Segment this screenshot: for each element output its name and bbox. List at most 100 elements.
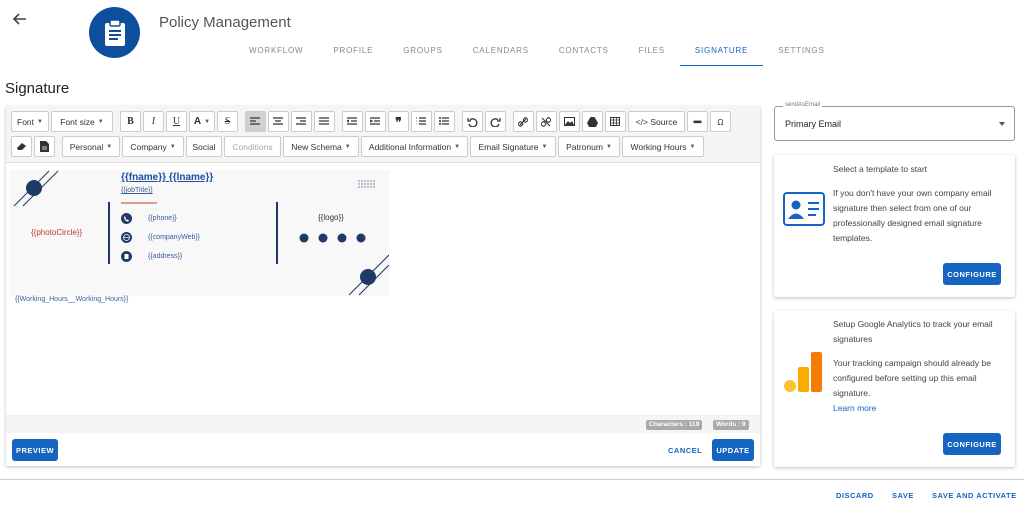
image-button[interactable] [558,111,580,132]
email-signature-label: Email Signature [478,141,539,152]
personal-label: Personal [69,141,104,152]
bullet-list-icon [439,117,450,125]
horizontal-rule-button[interactable]: ━ [686,111,708,132]
personal-dropdown[interactable]: Personal ▼ [62,136,120,157]
send-as-email-select[interactable]: sendAsEmail Primary Email [774,102,1015,141]
update-button[interactable]: UPDATE [712,439,754,461]
align-right-icon [296,117,307,125]
patronum-label: Patronum [566,141,603,152]
font-dropdown[interactable]: Font ▼ [11,111,49,132]
discard-button[interactable]: DISCARD [836,491,874,500]
tab-workflow[interactable]: WORKFLOW [234,38,318,66]
new-schema-dropdown[interactable]: New Schema ▼ [283,136,359,157]
analytics-card-heading: Setup Google Analytics to track your ema… [833,319,993,344]
additional-info-dropdown[interactable]: Additional Information ▼ [361,136,468,157]
divider-left [108,202,110,264]
save-and-activate-button[interactable]: SAVE AND ACTIVATE [932,491,1017,500]
quote-icon: ❞ [395,114,402,129]
conditions-button: Conditions [224,136,281,157]
page-title: Signature [5,80,70,97]
source-button[interactable]: </> Source [627,111,685,132]
table-button[interactable] [604,111,626,132]
policy-logo [89,7,140,58]
eraser-button[interactable] [11,136,32,157]
save-button[interactable]: SAVE [892,491,914,500]
align-left-button[interactable] [244,111,266,132]
working-hours-dropdown[interactable]: Working Hours ▼ [622,136,704,157]
back-arrow-icon[interactable] [11,10,29,28]
send-as-email-value: Primary Email [785,119,842,129]
patronum-dropdown[interactable]: Patronum ▼ [558,136,620,157]
tab-contacts[interactable]: CONTACTS [544,38,624,66]
social-icons [299,233,366,243]
new-schema-label: New Schema [291,141,342,152]
align-center-button[interactable] [267,111,289,132]
ordered-list-icon [416,117,427,125]
template-card-heading: Select a template to start [833,164,928,174]
web-icon [121,232,132,243]
unlink-button[interactable] [535,111,557,132]
image-icon [563,117,575,126]
link-button[interactable] [512,111,534,132]
justify-button[interactable] [313,111,335,132]
phone-placeholder: {{phone}} [148,215,177,222]
googleplus-icon [356,233,366,243]
font-color-label: A [193,116,202,127]
undo-button[interactable] [461,111,483,132]
configure-template-button[interactable]: CONFIGURE [943,263,1001,285]
company-web-placeholder: {{companyWeb}} [148,234,201,241]
tab-signature[interactable]: SIGNATURE [679,38,764,66]
blockquote-button[interactable]: ❞ [387,111,409,132]
tab-settings[interactable]: SETTINGS [763,38,839,66]
special-char-button[interactable]: Ω [709,111,731,132]
learn-more-link[interactable]: Learn more [833,401,876,416]
twitter-icon [337,233,347,243]
fname-text: {{fname}} [121,172,167,183]
tab-calendars[interactable]: CALENDARS [458,38,544,66]
font-color-button[interactable]: A ▼ [188,111,215,132]
italic-button[interactable]: I [142,111,164,132]
font-size-label: Font size [60,116,95,127]
main-tabs: WORKFLOW PROFILE GROUPS CALENDARS CONTAC… [234,38,840,66]
preview-button[interactable]: PREVIEW [12,439,58,461]
font-size-dropdown[interactable]: Font size ▼ [50,111,113,132]
clipboard-icon [104,18,125,46]
signature-preview[interactable]: {{fname}} {{lname}} {{jobTitle}} {{photo… [9,170,389,296]
align-left-icon [250,117,261,125]
align-right-button[interactable] [290,111,312,132]
working-hours-label: Working Hours [630,141,687,152]
google-drive-icon [586,116,598,127]
divider-right [276,202,278,264]
analytics-card: Setup Google Analytics to track your ema… [774,311,1015,467]
tab-groups[interactable]: GROUPS [388,38,457,66]
send-as-email-label: sendAsEmail [783,102,823,108]
company-dropdown[interactable]: Company ▼ [122,136,184,157]
document-button[interactable] [34,136,55,157]
template-card-body: If you don't have your own company email… [833,188,992,243]
strikethrough-button[interactable]: S [216,111,238,132]
undo-icon [467,117,478,127]
link-icon [518,116,529,127]
email-signature-dropdown[interactable]: Email Signature ▼ [470,136,556,157]
social-button[interactable]: Social [186,136,222,157]
indent-icon [370,117,381,125]
document-icon [40,141,49,152]
bullet-list-button[interactable] [433,111,455,132]
chevron-down-icon [999,122,1005,126]
align-center-icon [273,117,284,125]
outdent-button[interactable] [341,111,363,132]
outdent-icon [347,117,358,125]
cancel-button[interactable]: CANCEL [668,446,702,455]
configure-analytics-button[interactable]: CONFIGURE [943,433,1001,455]
google-drive-button[interactable] [581,111,603,132]
redo-button[interactable] [484,111,506,132]
tab-files[interactable]: FILES [624,38,680,66]
contact-card-icon [783,192,825,226]
bold-button[interactable]: B [119,111,141,132]
logo-placeholder: {{logo}} [318,213,344,222]
ordered-list-button[interactable] [410,111,432,132]
underline-button[interactable]: U [165,111,187,132]
indent-button[interactable] [364,111,386,132]
tab-profile[interactable]: PROFILE [318,38,388,66]
footer-divider [0,479,1024,480]
